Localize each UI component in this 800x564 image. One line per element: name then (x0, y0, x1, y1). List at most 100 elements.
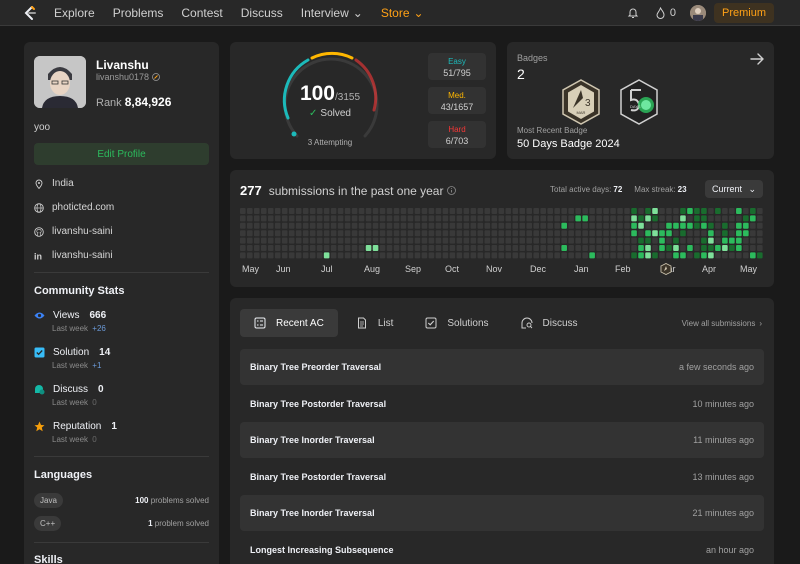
heatmap-cell (596, 215, 602, 222)
heatmap-cell (323, 245, 330, 251)
heatmap-cell (274, 237, 281, 244)
heatmap-cell (309, 252, 316, 259)
arrow-right-icon[interactable] (750, 52, 764, 66)
march-badge-icon[interactable]: 3 MAR (559, 78, 603, 126)
heatmap-cell (540, 237, 547, 244)
heatmap-cell (400, 215, 407, 222)
heatmap-cell (596, 245, 602, 251)
premium-button[interactable]: Premium (713, 3, 774, 23)
github[interactable]: livanshu-saini (34, 226, 113, 237)
submission-heatmap-card: 277 submissions in the past one year Tot… (230, 170, 774, 287)
tab-discuss[interactable]: Discuss (507, 309, 592, 337)
nav-problems[interactable]: Problems (113, 6, 164, 20)
website-link[interactable]: photicted.com (52, 202, 114, 213)
heatmap-cell (596, 252, 602, 259)
heatmap-cell (246, 208, 253, 214)
difficulty-label: Easy (448, 57, 466, 66)
year-dropdown[interactable]: Current ⌄ (705, 180, 763, 198)
heatmap-cell (309, 215, 316, 222)
nav-interview[interactable]: Interview ⌄ (301, 6, 363, 20)
edit-profile-button[interactable]: Edit Profile (34, 143, 209, 165)
heatmap-cell (659, 208, 665, 214)
heatmap-cell (484, 215, 491, 222)
heatmap-cell (316, 215, 323, 222)
heatmap-cell (435, 252, 442, 259)
difficulty-hard[interactable]: Hard 6/703 (428, 121, 486, 148)
heatmap-cell (736, 208, 742, 214)
heatmap-cell (400, 230, 407, 237)
50-days-badge-icon[interactable]: DAYS (617, 78, 661, 126)
heatmap-cell (512, 215, 519, 222)
heatmap-cell (526, 237, 533, 244)
heatmap-cell (477, 230, 484, 237)
info-icon[interactable] (447, 186, 457, 195)
badge-marker-icon[interactable] (660, 263, 672, 275)
heatmap-cell (582, 208, 588, 214)
leetcode-logo-icon[interactable] (22, 5, 38, 21)
nav-discuss[interactable]: Discuss (241, 6, 283, 20)
heatmap-cell (540, 245, 547, 251)
heatmap-cell (358, 252, 365, 259)
heatmap-cell (652, 230, 658, 237)
heatmap-cell (442, 245, 449, 251)
heatmap-cell (694, 222, 700, 229)
tab-recent-ac[interactable]: Recent AC (240, 309, 338, 337)
submission-time: 13 minutes ago (692, 472, 754, 482)
rank-value: 8,84,926 (124, 95, 172, 109)
heatmap-cell (505, 208, 512, 214)
language-tag[interactable]: Java (34, 493, 63, 508)
heatmap-cell (519, 237, 526, 244)
view-all-submissions-link[interactable]: View all submissions › (682, 319, 762, 328)
heatmap-cell (512, 252, 519, 259)
heatmap-cell (393, 215, 400, 222)
heatmap-cell (652, 245, 658, 251)
heatmap-cell (295, 222, 302, 229)
nav-explore[interactable]: Explore (54, 6, 95, 20)
heatmap-cell (330, 208, 337, 214)
heatmap-cell (379, 237, 386, 244)
heatmap-cell (295, 245, 302, 251)
github-link[interactable]: livanshu-saini (52, 226, 113, 237)
heatmap-cell (421, 208, 428, 214)
heatmap-cell (421, 245, 428, 251)
difficulty-medium[interactable]: Med. 43/1657 (428, 87, 486, 114)
heatmap-cell (428, 215, 435, 222)
submission-row[interactable]: Binary Tree Preorder Traversal a few sec… (240, 349, 764, 385)
recent-badge-value: 50 Days Badge 2024 (517, 138, 620, 150)
tab-list[interactable]: List (342, 309, 408, 337)
heatmap-cell (750, 230, 756, 237)
language-tag[interactable]: C++ (34, 516, 62, 531)
submission-row[interactable]: Binary Tree Postorder Traversal 13 minut… (240, 459, 764, 495)
heatmap-meta: Total active days: 72 Max streak: 23 (550, 185, 687, 194)
submission-row[interactable]: Binary Tree Inorder Traversal 21 minutes… (240, 495, 764, 531)
nav-store[interactable]: Store ⌄ (381, 6, 424, 20)
heatmap-cell (652, 215, 658, 222)
nav-contest[interactable]: Contest (181, 6, 222, 20)
avatar-small[interactable] (689, 5, 706, 21)
heatmap-cell (729, 230, 735, 237)
community-stats-title: Community Stats (34, 285, 125, 297)
badge-days-label: DAYS (630, 104, 641, 109)
heatmap-cell (505, 215, 512, 222)
submission-row[interactable]: Binary Tree Inorder Traversal 11 minutes… (240, 422, 764, 458)
submission-row[interactable]: Longest Increasing Subsequence an hour a… (240, 532, 764, 564)
heatmap-cell (547, 222, 553, 229)
tab-solutions[interactable]: Solutions (411, 309, 502, 337)
bell-icon[interactable] (627, 7, 639, 19)
heatmap-cell (750, 237, 756, 244)
website[interactable]: photicted.com (34, 202, 114, 213)
location: India (34, 178, 74, 189)
linkedin-link[interactable]: livanshu-saini (52, 250, 113, 261)
submission-row[interactable]: Binary Tree Postorder Traversal 10 minut… (240, 386, 764, 422)
max-streak: Max streak: 23 (634, 185, 686, 194)
heatmap-cell (449, 215, 456, 222)
heatmap-cell (274, 252, 281, 259)
heatmap-cell (407, 230, 414, 237)
difficulty-easy[interactable]: Easy 51/795 (428, 53, 486, 80)
pencil-badge-icon (152, 73, 160, 81)
heatmap-cell (491, 230, 498, 237)
heatmap-cell (393, 222, 400, 229)
linkedin[interactable]: in livanshu-saini (34, 250, 113, 261)
flame-icon[interactable] (655, 7, 666, 19)
heatmap-cell (757, 222, 763, 229)
